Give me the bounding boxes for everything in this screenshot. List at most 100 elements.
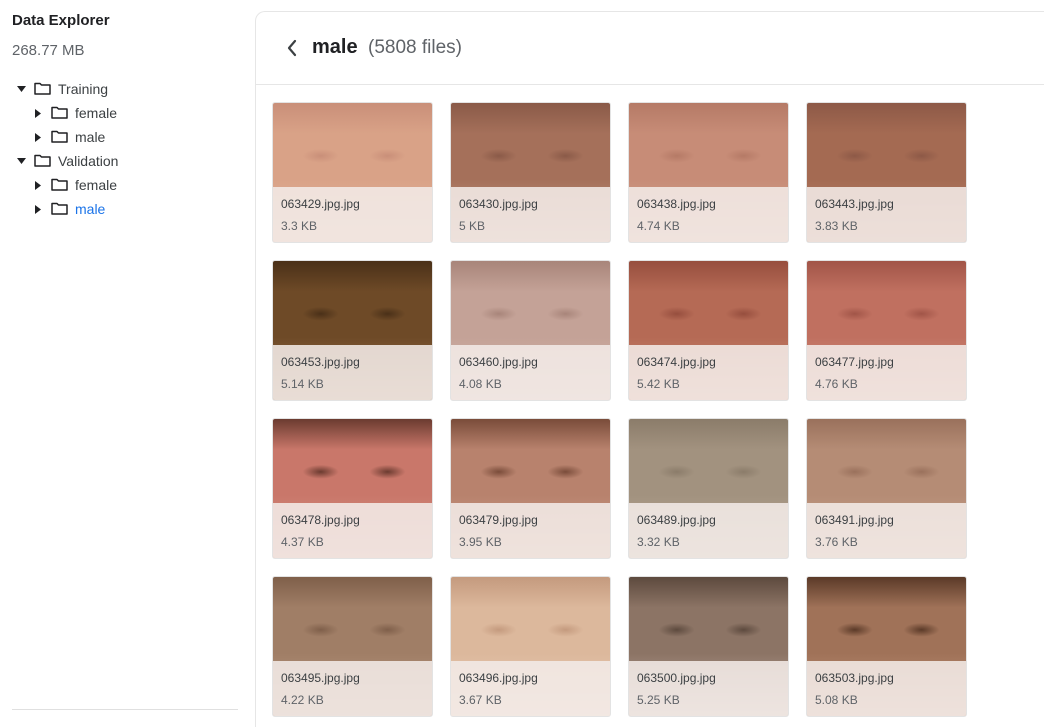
tree-item-label: female xyxy=(75,105,118,121)
folder-icon xyxy=(51,130,69,144)
sidebar-divider xyxy=(12,709,238,710)
file-meta: 063430.jpg.jpg 5 KB xyxy=(451,187,610,242)
file-size: 5 KB xyxy=(459,219,486,233)
file-name: 063496.jpg.jpg xyxy=(459,671,538,685)
file-meta: 063429.jpg.jpg 3.3 KB xyxy=(273,187,432,242)
file-meta: 063500.jpg.jpg 5.25 KB xyxy=(629,661,788,716)
file-count: (5808 files) xyxy=(368,37,462,58)
caret-down-icon[interactable] xyxy=(16,156,26,166)
tree-item-label: male xyxy=(75,201,106,217)
caret-right-icon[interactable] xyxy=(33,108,43,118)
file-card[interactable]: 063478.jpg.jpg 4.37 KB xyxy=(272,418,433,559)
file-meta: 063478.jpg.jpg 4.37 KB xyxy=(273,503,432,558)
tree-item-label: female xyxy=(75,177,118,193)
file-meta: 063491.jpg.jpg 3.76 KB xyxy=(807,503,966,558)
file-card[interactable]: 063474.jpg.jpg 5.42 KB xyxy=(628,260,789,401)
file-name: 063443.jpg.jpg xyxy=(815,197,894,211)
file-meta: 063477.jpg.jpg 4.76 KB xyxy=(807,345,966,400)
dataset-size: 268.77 MB xyxy=(12,42,85,59)
tree-item-label: Validation xyxy=(58,153,119,169)
tree-item-label: male xyxy=(75,129,106,145)
file-size: 4.08 KB xyxy=(459,377,502,391)
file-card[interactable]: 063500.jpg.jpg 5.25 KB xyxy=(628,576,789,717)
file-meta: 063453.jpg.jpg 5.14 KB xyxy=(273,345,432,400)
file-name: 063479.jpg.jpg xyxy=(459,513,538,527)
tree-item-label: Training xyxy=(58,81,109,97)
back-button[interactable] xyxy=(282,36,302,60)
file-size: 3.32 KB xyxy=(637,535,680,549)
tree-item-training[interactable]: Training xyxy=(0,77,255,101)
folder-icon xyxy=(34,82,52,96)
file-size: 5.25 KB xyxy=(637,693,680,707)
file-size: 4.22 KB xyxy=(281,693,324,707)
file-card[interactable]: 063429.jpg.jpg 3.3 KB xyxy=(272,102,433,243)
file-card[interactable]: 063496.jpg.jpg 3.67 KB xyxy=(450,576,611,717)
file-name: 063489.jpg.jpg xyxy=(637,513,716,527)
file-meta: 063495.jpg.jpg 4.22 KB xyxy=(273,661,432,716)
caret-down-icon[interactable] xyxy=(16,84,26,94)
file-size: 5.42 KB xyxy=(637,377,680,391)
file-meta: 063460.jpg.jpg 4.08 KB xyxy=(451,345,610,400)
file-size: 3.3 KB xyxy=(281,219,318,233)
tree-item-female[interactable]: female xyxy=(0,101,255,125)
tree-item-male[interactable]: male xyxy=(0,125,255,149)
file-meta: 063443.jpg.jpg 3.83 KB xyxy=(807,187,966,242)
file-size: 3.83 KB xyxy=(815,219,858,233)
file-name: 063478.jpg.jpg xyxy=(281,513,360,527)
file-meta: 063496.jpg.jpg 3.67 KB xyxy=(451,661,610,716)
file-size: 4.37 KB xyxy=(281,535,324,549)
file-card[interactable]: 063503.jpg.jpg 5.08 KB xyxy=(806,576,967,717)
file-size: 4.74 KB xyxy=(637,219,680,233)
file-card[interactable]: 063443.jpg.jpg 3.83 KB xyxy=(806,102,967,243)
folder-title: male xyxy=(312,36,358,58)
tree-item-female[interactable]: female xyxy=(0,173,255,197)
file-size: 5.14 KB xyxy=(281,377,324,391)
file-card[interactable]: 063460.jpg.jpg 4.08 KB xyxy=(450,260,611,401)
file-size: 3.67 KB xyxy=(459,693,502,707)
file-name: 063460.jpg.jpg xyxy=(459,355,538,369)
folder-icon xyxy=(51,202,69,216)
file-card[interactable]: 063477.jpg.jpg 4.76 KB xyxy=(806,260,967,401)
file-name: 063491.jpg.jpg xyxy=(815,513,894,527)
file-card[interactable]: 063453.jpg.jpg 5.14 KB xyxy=(272,260,433,401)
file-size: 4.76 KB xyxy=(815,377,858,391)
file-name: 063429.jpg.jpg xyxy=(281,197,360,211)
file-card[interactable]: 063495.jpg.jpg 4.22 KB xyxy=(272,576,433,717)
file-size: 5.08 KB xyxy=(815,693,858,707)
file-name: 063453.jpg.jpg xyxy=(281,355,360,369)
tree-item-male[interactable]: male xyxy=(0,197,255,221)
file-name: 063500.jpg.jpg xyxy=(637,671,716,685)
file-card[interactable]: 063430.jpg.jpg 5 KB xyxy=(450,102,611,243)
file-size: 3.95 KB xyxy=(459,535,502,549)
folder-tree: Training female male Validation female male xyxy=(0,77,255,221)
file-name: 063495.jpg.jpg xyxy=(281,671,360,685)
file-grid: 063429.jpg.jpg 3.3 KB 063430.jpg.jpg 5 KB 06… xyxy=(272,102,967,717)
main-header: male (5808 files) xyxy=(256,12,1044,85)
folder-icon xyxy=(51,106,69,120)
file-meta: 063503.jpg.jpg 5.08 KB xyxy=(807,661,966,716)
file-meta: 063489.jpg.jpg 3.32 KB xyxy=(629,503,788,558)
file-card[interactable]: 063438.jpg.jpg 4.74 KB xyxy=(628,102,789,243)
file-card[interactable]: 063491.jpg.jpg 3.76 KB xyxy=(806,418,967,559)
file-card[interactable]: 063479.jpg.jpg 3.95 KB xyxy=(450,418,611,559)
caret-right-icon[interactable] xyxy=(33,180,43,190)
caret-right-icon[interactable] xyxy=(33,132,43,142)
caret-right-icon[interactable] xyxy=(33,204,43,214)
folder-icon xyxy=(51,178,69,192)
file-meta: 063479.jpg.jpg 3.95 KB xyxy=(451,503,610,558)
file-card[interactable]: 063489.jpg.jpg 3.32 KB xyxy=(628,418,789,559)
file-name: 063503.jpg.jpg xyxy=(815,671,894,685)
chevron-left-icon xyxy=(287,39,297,57)
folder-icon xyxy=(34,154,52,168)
file-size: 3.76 KB xyxy=(815,535,858,549)
file-meta: 063438.jpg.jpg 4.74 KB xyxy=(629,187,788,242)
file-meta: 063474.jpg.jpg 5.42 KB xyxy=(629,345,788,400)
file-name: 063430.jpg.jpg xyxy=(459,197,538,211)
sidebar: Data Explorer 268.77 MB Training female ma… xyxy=(0,0,255,727)
tree-item-validation[interactable]: Validation xyxy=(0,149,255,173)
file-name: 063474.jpg.jpg xyxy=(637,355,716,369)
file-name: 063477.jpg.jpg xyxy=(815,355,894,369)
file-name: 063438.jpg.jpg xyxy=(637,197,716,211)
main-panel: male (5808 files) 063429.jpg.jpg 3.3 KB 06… xyxy=(255,11,1044,727)
sidebar-title: Data Explorer xyxy=(12,12,110,29)
